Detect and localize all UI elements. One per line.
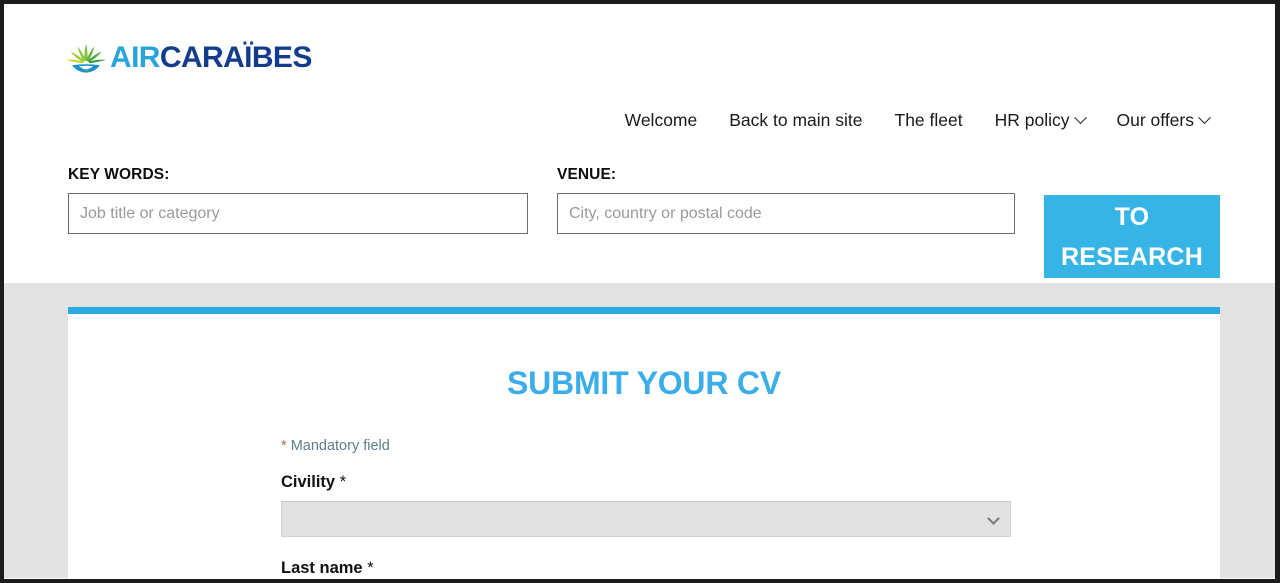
logo-text-caraibes: CARAÏBES (159, 41, 312, 74)
nav-label: The fleet (894, 110, 963, 130)
search-button-label-line2: RESEARCH (1061, 242, 1203, 271)
nav-item-hr-policy[interactable]: HR policy (994, 110, 1087, 130)
venue-input[interactable] (557, 193, 1015, 234)
browser-viewport: AIRCARAÏBES Welcome Back to main site Th… (0, 0, 1280, 583)
mandatory-field-note: * Mandatory field (281, 438, 1009, 454)
logo-wordmark: AIRCARAÏBES (110, 43, 312, 73)
page-title: SUBMIT YOUR CV (507, 365, 781, 401)
search-submit-button[interactable]: TO RESEARCH (1044, 195, 1220, 278)
civility-select[interactable] (282, 502, 1010, 536)
page-body: SUBMIT YOUR CV * Mandatory field Civilit… (4, 283, 1275, 578)
search-button-label-line1: TO (1114, 202, 1150, 231)
last-name-label-text: Last name (281, 559, 363, 577)
keywords-input[interactable] (68, 193, 528, 234)
field-spacer (281, 537, 1009, 559)
nav-item-the-fleet[interactable]: The fleet (894, 110, 963, 130)
nav-label: HR policy (994, 110, 1070, 130)
civility-label-text: Civility (281, 473, 336, 491)
chevron-down-icon (1198, 111, 1211, 125)
keywords-search-field: KEY WORDS: (68, 166, 528, 234)
palm-leaf-icon (66, 44, 106, 73)
mandatory-note-text: Mandatory field (290, 438, 390, 454)
last-name-label: Last name * (281, 559, 1009, 578)
mandatory-asterisk: * (281, 438, 287, 454)
nav-label: Welcome (624, 110, 698, 130)
keywords-label: KEY WORDS: (68, 166, 170, 183)
venue-search-field: VENUE: (557, 166, 1015, 234)
logo-text-air: AIR (110, 41, 160, 74)
site-logo[interactable]: AIRCARAÏBES (64, 35, 312, 81)
chevron-down-icon (1073, 111, 1087, 125)
required-asterisk: * (339, 473, 347, 491)
nav-item-our-offers[interactable]: Our offers (1116, 110, 1211, 130)
venue-label: VENUE: (557, 166, 617, 183)
nav-label: Back to main site (729, 110, 863, 130)
nav-item-back-to-main-site[interactable]: Back to main site (729, 110, 863, 130)
card-accent-bar (68, 307, 1220, 314)
required-asterisk: * (367, 559, 374, 577)
nav-item-welcome[interactable]: Welcome (624, 110, 698, 130)
cv-form: * Mandatory field Civility * Last name * (279, 438, 1011, 579)
civility-label: Civility * (281, 473, 1009, 492)
cv-submission-card: SUBMIT YOUR CV * Mandatory field Civilit… (68, 307, 1220, 578)
civility-select-wrapper (281, 501, 1011, 537)
nav-label: Our offers (1116, 110, 1195, 130)
main-navigation: Welcome Back to main site The fleet HR p… (624, 110, 1211, 130)
site-header: AIRCARAÏBES Welcome Back to main site Th… (4, 4, 1275, 283)
